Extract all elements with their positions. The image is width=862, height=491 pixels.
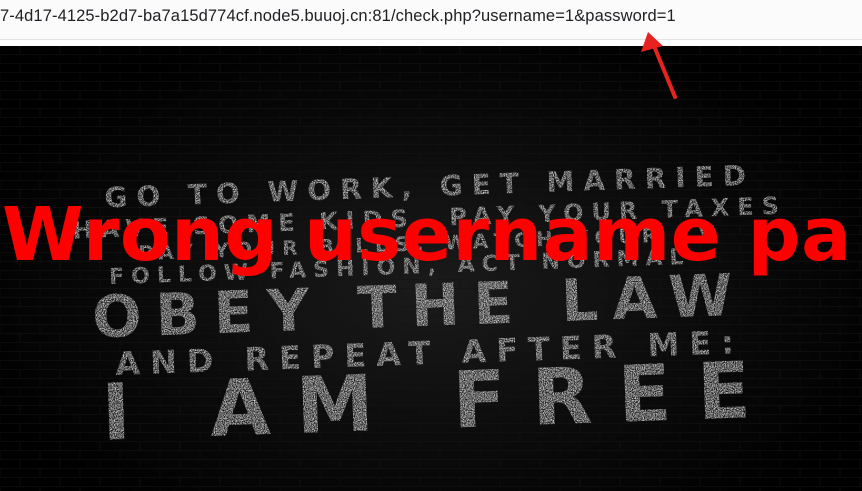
error-message: Wrong username pa xyxy=(2,192,852,278)
page-content: GO TO WORK, GET MARRIED HAVE SOME KIDS, … xyxy=(0,46,862,491)
url-text[interactable]: 7-4d17-4125-b2d7-ba7a15d774cf.node5.buuo… xyxy=(0,7,676,26)
browser-window: 7-4d17-4125-b2d7-ba7a15d774cf.node5.buuo… xyxy=(0,0,862,491)
address-bar[interactable]: 7-4d17-4125-b2d7-ba7a15d774cf.node5.buuo… xyxy=(0,0,862,40)
